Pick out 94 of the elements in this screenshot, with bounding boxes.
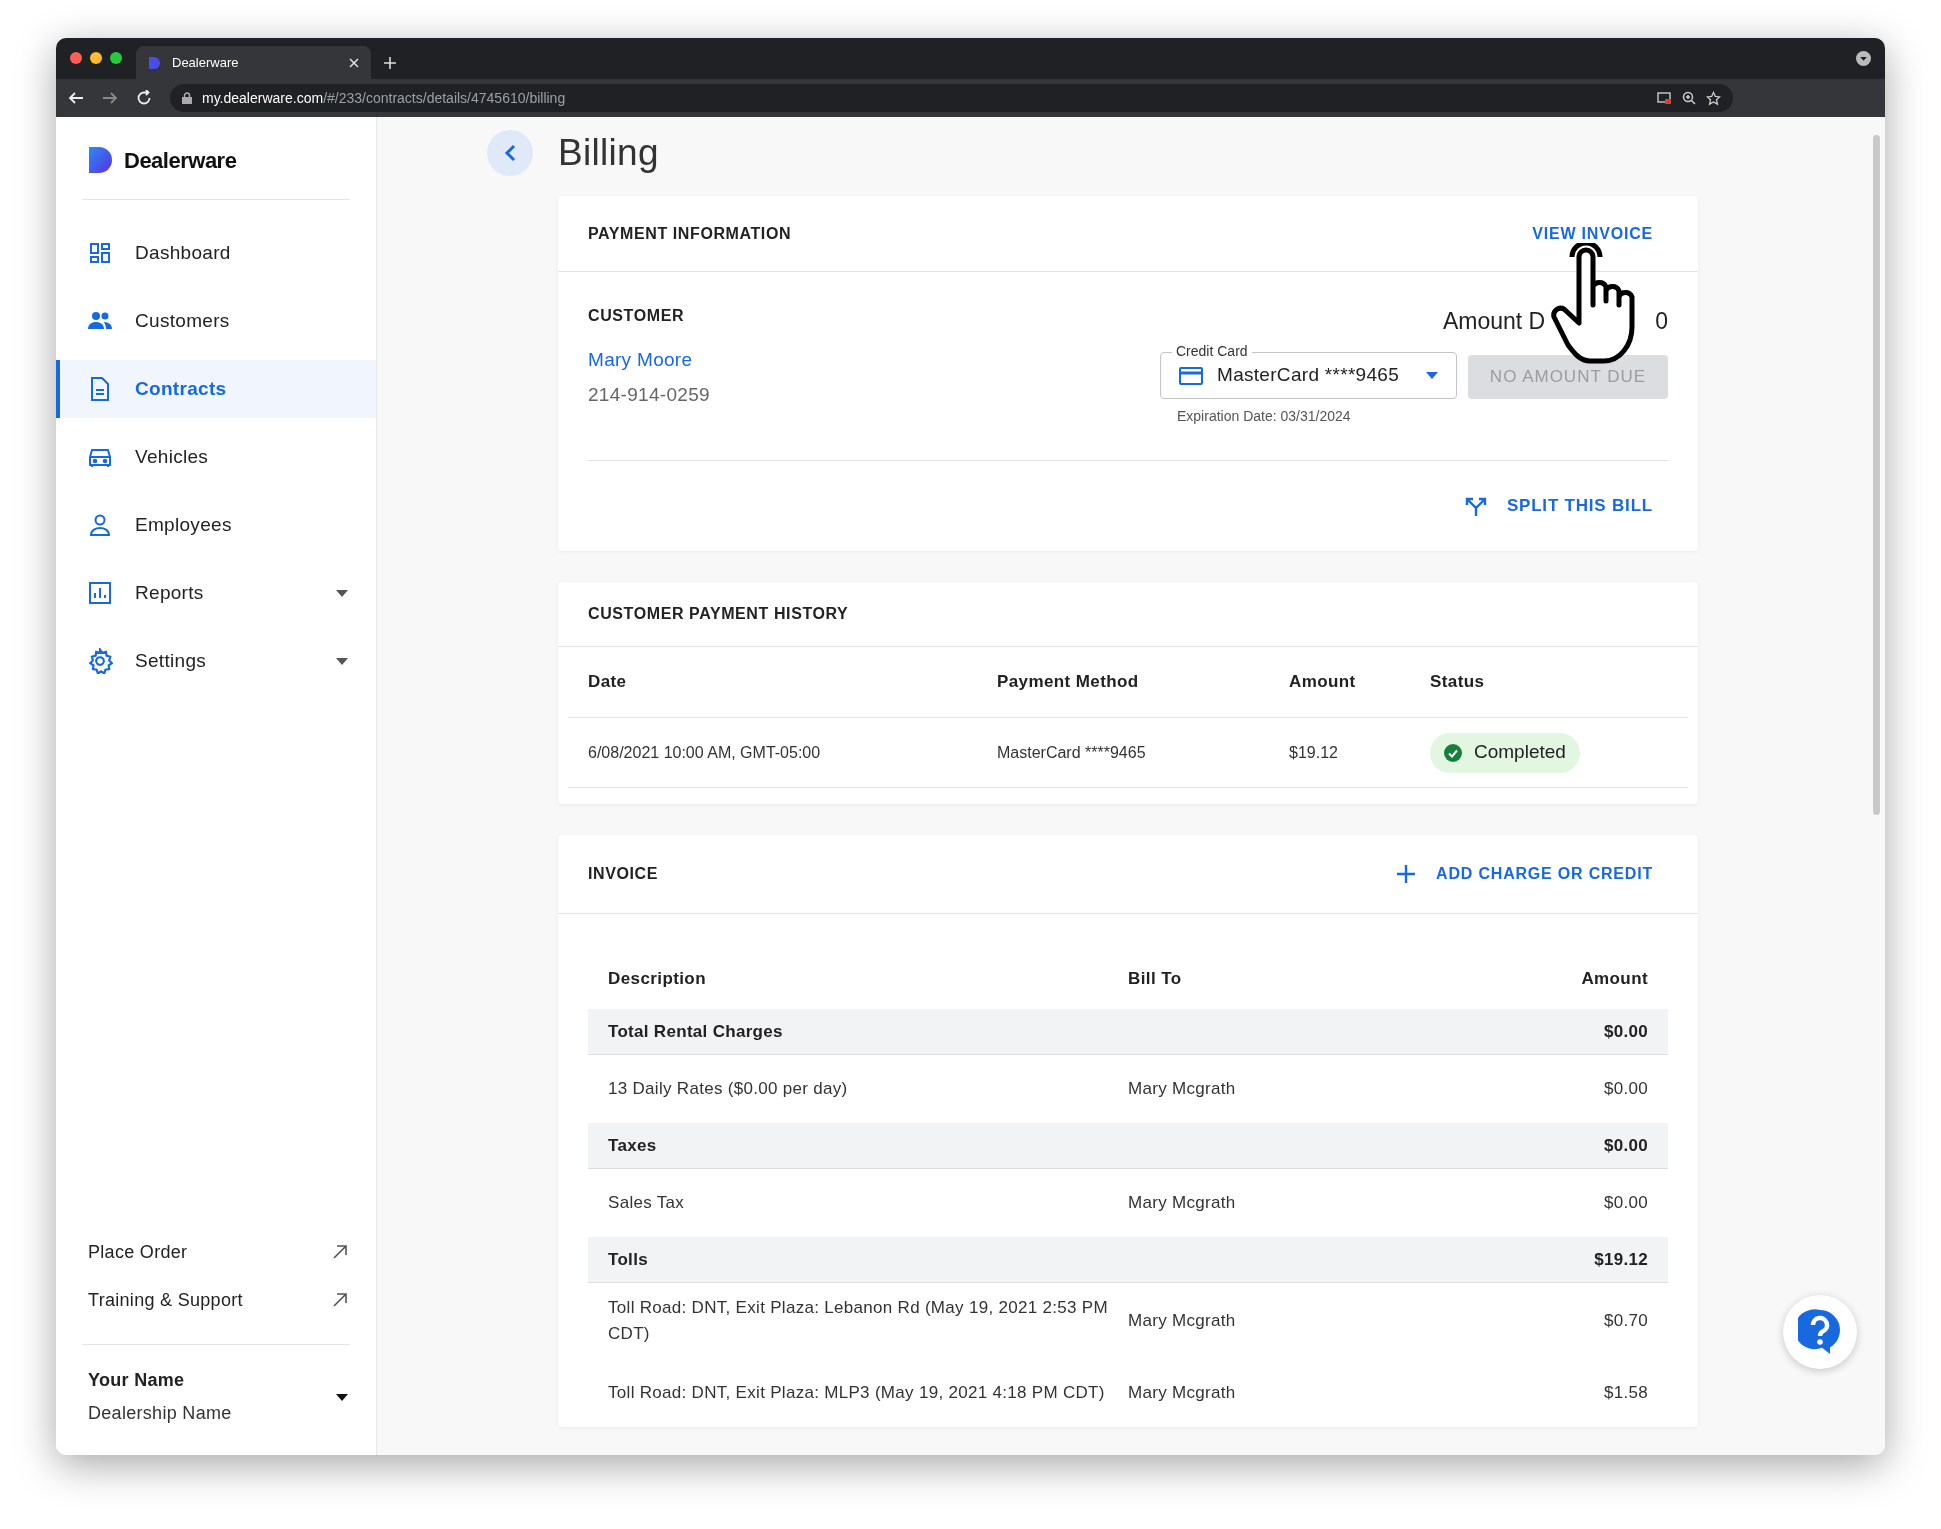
table-cell-text: Sales Tax xyxy=(608,1192,686,1214)
tab-menu-icon[interactable] xyxy=(1856,51,1871,66)
back-button[interactable] xyxy=(487,129,533,176)
sidebar-item[interactable]: Dashboard xyxy=(56,224,376,282)
sidebar-link[interactable]: Place Order xyxy=(56,1228,376,1276)
maximize-window-icon[interactable] xyxy=(110,52,122,64)
user-name: Your Name xyxy=(88,1369,186,1392)
table-cell-text: 6/08/2021 10:00 AM, GMT-05:00 xyxy=(588,742,822,763)
table-cell-text: Toll Road: DNT, Exit Plaza: Lebanon Rd (May 19, 2021 2:53 PM CDT) xyxy=(608,1297,1109,1345)
table-cell-text: Total Rental Charges xyxy=(608,1020,784,1043)
user-menu[interactable]: Your Name Dealership Name xyxy=(56,1367,376,1427)
column-header: Bill To xyxy=(1128,968,1183,991)
sidebar-item[interactable]: Reports xyxy=(56,564,376,622)
browser-tab[interactable]: Dealerware xyxy=(136,46,371,79)
column-header: Status xyxy=(1430,671,1486,694)
caret-icon xyxy=(336,657,348,665)
column-header: Description xyxy=(608,968,707,991)
expiration-date: Expiration Date: 03/31/2024 xyxy=(1177,407,1351,426)
table-cell-text: $0.00 xyxy=(1603,1192,1648,1215)
customer-phone: 214-914-0259 xyxy=(588,382,710,407)
plus-icon xyxy=(1396,864,1417,884)
table-cell-text: $19.12 xyxy=(1289,742,1339,763)
lock-icon xyxy=(182,92,192,104)
view-invoice-link[interactable]: VIEW INVOICE xyxy=(1532,221,1653,246)
table-cell-text: MasterCard ****9465 xyxy=(997,742,1147,763)
amount-due-label: Amount D xyxy=(1442,306,1546,336)
table-cell-text: Tolls xyxy=(608,1248,649,1271)
table-cell-text: Mary Mcgrath xyxy=(1128,1078,1237,1101)
table-cell-text: $19.12 xyxy=(1594,1248,1648,1271)
status-badge: Completed xyxy=(1430,732,1580,773)
table-cell-text: $0.70 xyxy=(1603,1310,1648,1333)
gear-icon xyxy=(87,648,113,674)
help-icon xyxy=(1798,1308,1842,1356)
logo-icon xyxy=(88,146,114,174)
sidebar-item[interactable]: Employees xyxy=(56,496,376,554)
customer-name-link[interactable]: Mary Moore xyxy=(588,346,710,375)
column-header: Amount xyxy=(1289,671,1357,694)
section-heading: PAYMENT INFORMATION xyxy=(588,223,792,244)
credit-card-icon xyxy=(1179,366,1203,385)
sidebar-link[interactable]: Training & Support xyxy=(56,1276,376,1324)
column-header: Date xyxy=(588,671,628,694)
table-cell-text: $0.00 xyxy=(1603,1078,1648,1101)
logo-text: Dealerware xyxy=(124,146,237,175)
sidebar-item[interactable]: Vehicles xyxy=(56,428,376,486)
external-link-icon xyxy=(332,1292,348,1308)
column-header: Payment Method xyxy=(997,671,1140,694)
star-icon[interactable] xyxy=(1706,90,1721,106)
column-header: Amount xyxy=(1581,968,1648,991)
dealership-name: Dealership Name xyxy=(88,1402,233,1425)
page-title: Billing xyxy=(558,130,659,175)
forward-icon[interactable] xyxy=(102,90,118,106)
document-icon xyxy=(89,376,111,402)
table-cell-text: Mary Mcgrath xyxy=(1128,1310,1237,1333)
table-cell-text: Mary Mcgrath xyxy=(1128,1192,1237,1215)
dashboard-icon xyxy=(88,241,112,265)
close-window-icon[interactable] xyxy=(70,52,82,64)
table-cell-text: $0.00 xyxy=(1603,1134,1648,1157)
table-cell-text: Toll Road: DNT, Exit Plaza: MLP3 (May 19, 2021 4:18 PM CDT) xyxy=(608,1382,1106,1404)
table-cell-text: Mary Mcgrath xyxy=(1128,1382,1237,1405)
sidebar-item[interactable]: Settings xyxy=(56,632,376,690)
address-bar[interactable]: my.dealerware.com/#/233/contracts/details/4745610/billing xyxy=(170,84,1733,112)
person-icon xyxy=(89,513,111,537)
caret-icon xyxy=(1426,372,1438,379)
split-bill-link[interactable]: SPLIT THIS BILL xyxy=(1464,493,1653,519)
zoom-icon[interactable] xyxy=(1682,91,1696,105)
external-link-icon xyxy=(332,1244,348,1260)
add-charge-link[interactable]: ADD CHARGE OR CREDIT xyxy=(1396,862,1653,886)
chevron-left-icon xyxy=(504,143,516,162)
car-icon xyxy=(87,446,113,468)
cast-icon[interactable] xyxy=(1657,91,1672,105)
split-arrows-icon xyxy=(1464,495,1487,517)
table-cell-text: 13 Daily Rates ($0.00 per day) xyxy=(608,1078,849,1100)
table-cell-text: $1.58 xyxy=(1603,1382,1648,1405)
logo-icon xyxy=(148,55,162,70)
sidebar-item[interactable]: Customers xyxy=(56,292,376,350)
amount-due-value: 0 xyxy=(1655,306,1668,336)
close-icon[interactable] xyxy=(349,57,359,68)
back-icon[interactable] xyxy=(68,90,84,106)
people-icon xyxy=(87,311,113,331)
section-heading: CUSTOMER xyxy=(588,306,686,326)
caret-icon xyxy=(336,589,348,597)
section-heading: INVOICE xyxy=(588,864,658,884)
caret-icon xyxy=(336,1393,348,1401)
table-cell-text: Taxes xyxy=(608,1134,658,1157)
minimize-window-icon[interactable] xyxy=(90,52,102,64)
reload-icon[interactable] xyxy=(136,90,152,106)
url-text: my.dealerware.com/#/233/contracts/details/4745610/billing xyxy=(202,88,567,108)
new-tab-icon[interactable] xyxy=(383,56,397,70)
section-heading: CUSTOMER PAYMENT HISTORY xyxy=(588,604,849,624)
bar-chart-icon xyxy=(88,581,112,605)
check-circle-icon xyxy=(1444,743,1462,762)
help-button[interactable] xyxy=(1783,1295,1857,1369)
sidebar-item[interactable]: Contracts xyxy=(56,360,376,418)
table-cell-text: $0.00 xyxy=(1603,1020,1648,1043)
